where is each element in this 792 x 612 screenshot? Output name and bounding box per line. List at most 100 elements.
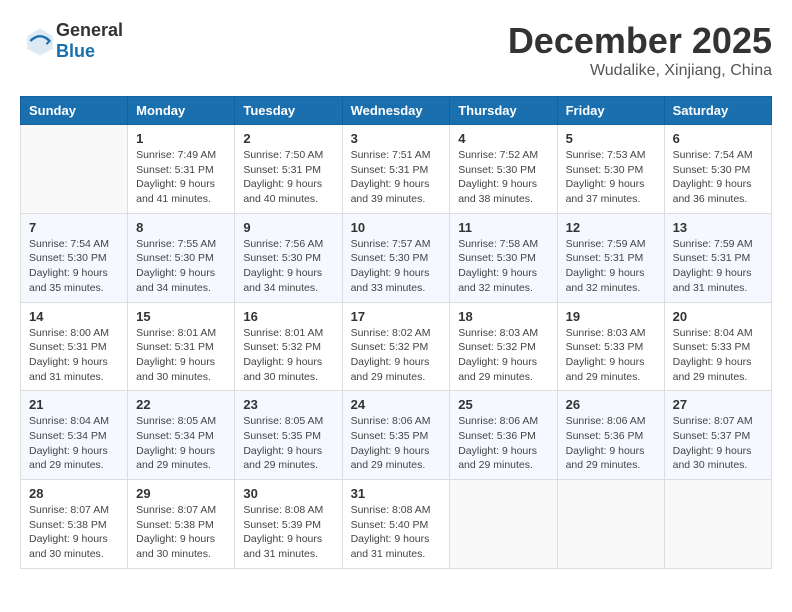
calendar-cell: 21Sunrise: 8:04 AM Sunset: 5:34 PM Dayli… (21, 391, 128, 480)
day-number: 31 (351, 486, 442, 501)
calendar-week-row: 14 Sunrise: 8:00 AM Sunset: 5:31 PM Dayli… (21, 302, 772, 391)
day-info: Sunrise: 8:07 AM Sunset: 5:38 PM Dayligh… (29, 503, 119, 562)
calendar-cell: 30 Sunrise: 8:08 AM Sunset: 5:39 PM Dayli… (235, 480, 342, 569)
day-number: 26 (566, 397, 656, 412)
day-number: 10 (351, 220, 442, 235)
calendar-header-row: SundayMondayTuesdayWednesdayThursdayFrid… (21, 97, 772, 125)
day-info: Sunrise: 8:05 AM Sunset: 5:34 PM Dayligh… (136, 414, 226, 473)
day-number: 23 (243, 397, 333, 412)
day-number: 30 (243, 486, 333, 501)
title-section: December 2025 Wudalike, Xinjiang, China (508, 20, 772, 80)
column-header-friday: Friday (557, 97, 664, 125)
day-info: Sunrise: 8:00 AM Sunset: 5:31 PM Dayligh… (29, 326, 119, 385)
calendar-cell (450, 480, 557, 569)
calendar-week-row: 7Sunrise: 7:54 AM Sunset: 5:30 PM Daylig… (21, 213, 772, 302)
calendar-cell: 11 Sunrise: 7:58 AM Sunset: 5:30 PM Dayli… (450, 213, 557, 302)
calendar-cell: 3Sunrise: 7:51 AM Sunset: 5:31 PM Daylig… (342, 125, 450, 214)
day-number: 18 (458, 309, 548, 324)
column-header-saturday: Saturday (664, 97, 771, 125)
day-number: 16 (243, 309, 333, 324)
day-number: 2 (243, 131, 333, 146)
day-number: 12 (566, 220, 656, 235)
day-number: 9 (243, 220, 333, 235)
calendar-table: SundayMondayTuesdayWednesdayThursdayFrid… (20, 96, 772, 569)
day-info: Sunrise: 8:04 AM Sunset: 5:33 PM Dayligh… (673, 326, 763, 385)
day-number: 27 (673, 397, 763, 412)
day-info: Sunrise: 8:06 AM Sunset: 5:36 PM Dayligh… (566, 414, 656, 473)
calendar-cell: 23 Sunrise: 8:05 AM Sunset: 5:35 PM Dayli… (235, 391, 342, 480)
calendar-cell: 8 Sunrise: 7:55 AM Sunset: 5:30 PM Daylig… (128, 213, 235, 302)
day-number: 13 (673, 220, 763, 235)
calendar-week-row: 1 Sunrise: 7:49 AM Sunset: 5:31 PM Daylig… (21, 125, 772, 214)
page-header: General Blue December 2025 Wudalike, Xin… (20, 20, 772, 80)
calendar-week-row: 28 Sunrise: 8:07 AM Sunset: 5:38 PM Dayli… (21, 480, 772, 569)
day-info: Sunrise: 7:54 AM Sunset: 5:30 PM Dayligh… (673, 148, 763, 207)
day-number: 28 (29, 486, 119, 501)
day-info: Sunrise: 7:50 AM Sunset: 5:31 PM Dayligh… (243, 148, 333, 207)
calendar-cell: 5Sunrise: 7:53 AM Sunset: 5:30 PM Daylig… (557, 125, 664, 214)
day-number: 15 (136, 309, 226, 324)
day-info: Sunrise: 8:03 AM Sunset: 5:33 PM Dayligh… (566, 326, 656, 385)
calendar-cell (21, 125, 128, 214)
day-info: Sunrise: 7:52 AM Sunset: 5:30 PM Dayligh… (458, 148, 548, 207)
day-number: 25 (458, 397, 548, 412)
day-number: 3 (351, 131, 442, 146)
day-number: 17 (351, 309, 442, 324)
day-info: Sunrise: 7:55 AM Sunset: 5:30 PM Dayligh… (136, 237, 226, 296)
calendar-cell: 7Sunrise: 7:54 AM Sunset: 5:30 PM Daylig… (21, 213, 128, 302)
day-number: 14 (29, 309, 119, 324)
logo-text-blue: Blue (56, 41, 95, 61)
calendar-cell: 25Sunrise: 8:06 AM Sunset: 5:36 PM Dayli… (450, 391, 557, 480)
calendar-cell: 26 Sunrise: 8:06 AM Sunset: 5:36 PM Dayli… (557, 391, 664, 480)
day-info: Sunrise: 8:08 AM Sunset: 5:39 PM Dayligh… (243, 503, 333, 562)
calendar-cell: 2 Sunrise: 7:50 AM Sunset: 5:31 PM Daylig… (235, 125, 342, 214)
calendar-cell: 10 Sunrise: 7:57 AM Sunset: 5:30 PM Dayli… (342, 213, 450, 302)
logo-icon (24, 25, 56, 57)
column-header-wednesday: Wednesday (342, 97, 450, 125)
day-info: Sunrise: 8:08 AM Sunset: 5:40 PM Dayligh… (351, 503, 442, 562)
calendar-cell: 16Sunrise: 8:01 AM Sunset: 5:32 PM Dayli… (235, 302, 342, 391)
day-info: Sunrise: 7:56 AM Sunset: 5:30 PM Dayligh… (243, 237, 333, 296)
day-number: 4 (458, 131, 548, 146)
calendar-cell: 12 Sunrise: 7:59 AM Sunset: 5:31 PM Dayli… (557, 213, 664, 302)
day-info: Sunrise: 7:57 AM Sunset: 5:30 PM Dayligh… (351, 237, 442, 296)
day-number: 6 (673, 131, 763, 146)
column-header-sunday: Sunday (21, 97, 128, 125)
calendar-cell: 15 Sunrise: 8:01 AM Sunset: 5:31 PM Dayli… (128, 302, 235, 391)
day-number: 11 (458, 220, 548, 235)
day-info: Sunrise: 8:07 AM Sunset: 5:38 PM Dayligh… (136, 503, 226, 562)
day-info: Sunrise: 7:58 AM Sunset: 5:30 PM Dayligh… (458, 237, 548, 296)
calendar-week-row: 21Sunrise: 8:04 AM Sunset: 5:34 PM Dayli… (21, 391, 772, 480)
calendar-cell: 28 Sunrise: 8:07 AM Sunset: 5:38 PM Dayli… (21, 480, 128, 569)
day-info: Sunrise: 8:06 AM Sunset: 5:35 PM Dayligh… (351, 414, 442, 473)
column-header-thursday: Thursday (450, 97, 557, 125)
day-info: Sunrise: 8:01 AM Sunset: 5:31 PM Dayligh… (136, 326, 226, 385)
logo: General Blue (20, 20, 123, 62)
day-info: Sunrise: 7:54 AM Sunset: 5:30 PM Dayligh… (29, 237, 119, 296)
calendar-cell: 27Sunrise: 8:07 AM Sunset: 5:37 PM Dayli… (664, 391, 771, 480)
day-number: 24 (351, 397, 442, 412)
day-info: Sunrise: 7:49 AM Sunset: 5:31 PM Dayligh… (136, 148, 226, 207)
calendar-cell: 14 Sunrise: 8:00 AM Sunset: 5:31 PM Dayli… (21, 302, 128, 391)
day-number: 19 (566, 309, 656, 324)
logo-text-general: General (56, 20, 123, 40)
column-header-monday: Monday (128, 97, 235, 125)
day-number: 22 (136, 397, 226, 412)
day-number: 8 (136, 220, 226, 235)
calendar-cell: 20 Sunrise: 8:04 AM Sunset: 5:33 PM Dayli… (664, 302, 771, 391)
day-info: Sunrise: 8:02 AM Sunset: 5:32 PM Dayligh… (351, 326, 442, 385)
day-number: 20 (673, 309, 763, 324)
day-info: Sunrise: 7:59 AM Sunset: 5:31 PM Dayligh… (566, 237, 656, 296)
calendar-cell: 22 Sunrise: 8:05 AM Sunset: 5:34 PM Dayli… (128, 391, 235, 480)
day-info: Sunrise: 8:05 AM Sunset: 5:35 PM Dayligh… (243, 414, 333, 473)
location: Wudalike, Xinjiang, China (508, 62, 772, 80)
day-info: Sunrise: 8:03 AM Sunset: 5:32 PM Dayligh… (458, 326, 548, 385)
calendar-cell (557, 480, 664, 569)
calendar-cell: 29Sunrise: 8:07 AM Sunset: 5:38 PM Dayli… (128, 480, 235, 569)
calendar-cell: 9 Sunrise: 7:56 AM Sunset: 5:30 PM Daylig… (235, 213, 342, 302)
calendar-cell: 31 Sunrise: 8:08 AM Sunset: 5:40 PM Dayli… (342, 480, 450, 569)
day-number: 1 (136, 131, 226, 146)
calendar-cell: 13Sunrise: 7:59 AM Sunset: 5:31 PM Dayli… (664, 213, 771, 302)
calendar-cell: 18 Sunrise: 8:03 AM Sunset: 5:32 PM Dayli… (450, 302, 557, 391)
day-number: 5 (566, 131, 656, 146)
